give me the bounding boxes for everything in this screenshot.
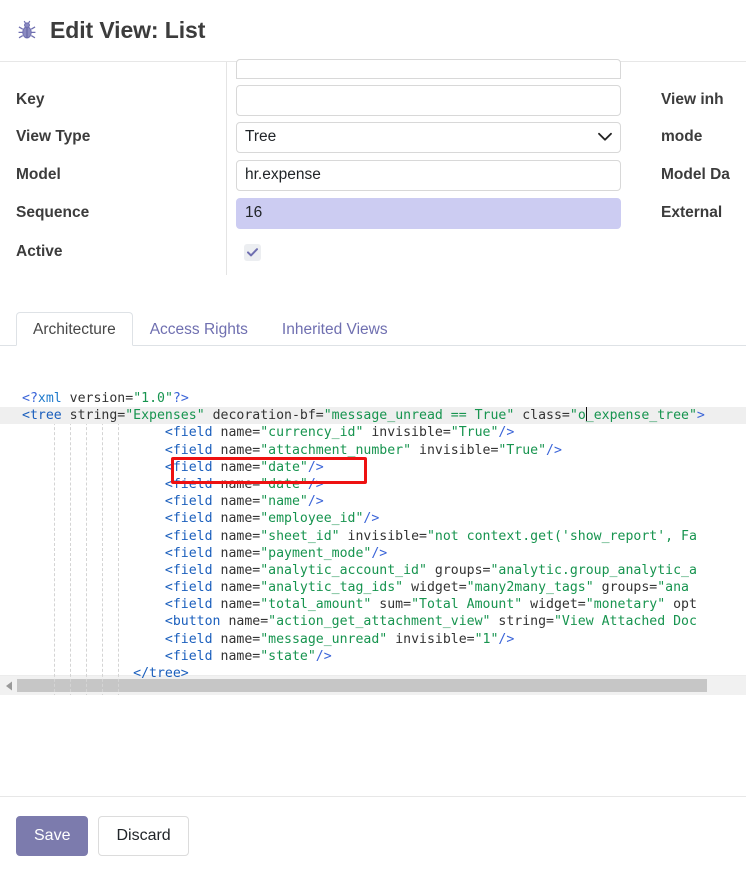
view-type-select[interactable]: Tree [236, 121, 621, 153]
notebook: Architecture Access Rights Inherited Vie… [0, 306, 746, 346]
code-line[interactable]: <button name="action_get_attachment_view… [0, 613, 746, 630]
clipped-field-cell [236, 59, 621, 82]
code-line[interactable]: <tree string="Expenses" decoration-bf="m… [0, 407, 746, 425]
form-grid: Key View inh View Type Tree mode Model h… [0, 59, 746, 275]
discard-button[interactable]: Discard [98, 815, 189, 856]
form-sheet: Key View inh View Type Tree mode Model h… [0, 59, 746, 695]
code-line[interactable]: <field name="state"/> [0, 648, 746, 665]
label-mode: mode [661, 128, 703, 145]
code-line[interactable]: <field name="date"/> [0, 459, 746, 476]
sequence-input[interactable]: 16 [236, 197, 621, 229]
check-icon [247, 247, 258, 256]
code-line[interactable]: <field name="total_amount" sum="Total Am… [0, 596, 746, 613]
key-input[interactable] [236, 84, 621, 116]
label-active: Active [16, 243, 63, 260]
code-line[interactable]: <field name="currency_id" invisible="Tru… [0, 424, 746, 441]
code-line[interactable]: <field name="analytic_account_id" groups… [0, 562, 746, 579]
code-line[interactable]: </tree> [0, 665, 746, 682]
label-view-type: View Type [16, 128, 91, 145]
label-key: Key [16, 91, 45, 108]
save-button[interactable]: Save [16, 815, 89, 856]
tab-architecture[interactable]: Architecture [16, 311, 133, 346]
cell-sequence: 16 [236, 194, 621, 232]
page-title: Edit View: List [50, 17, 206, 43]
cell-view-type: Tree [236, 118, 621, 156]
code-line[interactable]: <field name="sheet_id" invisible="not co… [0, 528, 746, 545]
label-model-data: Model Da [661, 166, 730, 183]
code-line[interactable]: <field name="payment_mode"/> [0, 545, 746, 562]
active-checkbox[interactable] [244, 243, 261, 261]
modal-header: Edit View: List [0, 0, 746, 62]
label-model: Model [16, 166, 61, 183]
code-line[interactable]: <field name="analytic_tag_ids" widget="m… [0, 579, 746, 596]
code-line[interactable]: <field name="employee_id"/> [0, 510, 746, 527]
tab-access-rights[interactable]: Access Rights [133, 312, 265, 347]
label-sequence: Sequence [16, 204, 90, 221]
modal-footer: Save Discard [0, 796, 746, 874]
cell-active [236, 232, 621, 272]
code-line[interactable]: <field name="date"/> [0, 476, 746, 493]
bug-icon [18, 20, 36, 38]
label-external-id: External [661, 204, 723, 221]
xml-code-editor[interactable]: <?xml version="1.0"?> <tree string="Expen… [0, 390, 746, 695]
code-line[interactable]: <field name="name"/> [0, 493, 746, 510]
clipped-field-label [0, 68, 236, 82]
code-line[interactable]: <field name="attachment_number" invisibl… [0, 442, 746, 459]
code-lines[interactable]: <?xml version="1.0"?> <tree string="Expen… [0, 390, 746, 682]
view-name-input-clipped[interactable] [236, 59, 621, 79]
code-line[interactable]: <?xml version="1.0"?> [0, 390, 746, 407]
code-line[interactable]: <field name="message_unread" invisible="… [0, 631, 746, 648]
model-input[interactable]: hr.expense [236, 159, 621, 191]
column-divider [226, 62, 227, 275]
view-type-select-wrap: Tree [236, 121, 621, 153]
cell-key [236, 82, 621, 118]
tab-list: Architecture Access Rights Inherited Vie… [0, 306, 746, 346]
label-view-inheritance: View inh [661, 91, 724, 108]
tab-inherited-views[interactable]: Inherited Views [265, 312, 405, 347]
cell-model: hr.expense [236, 156, 621, 194]
